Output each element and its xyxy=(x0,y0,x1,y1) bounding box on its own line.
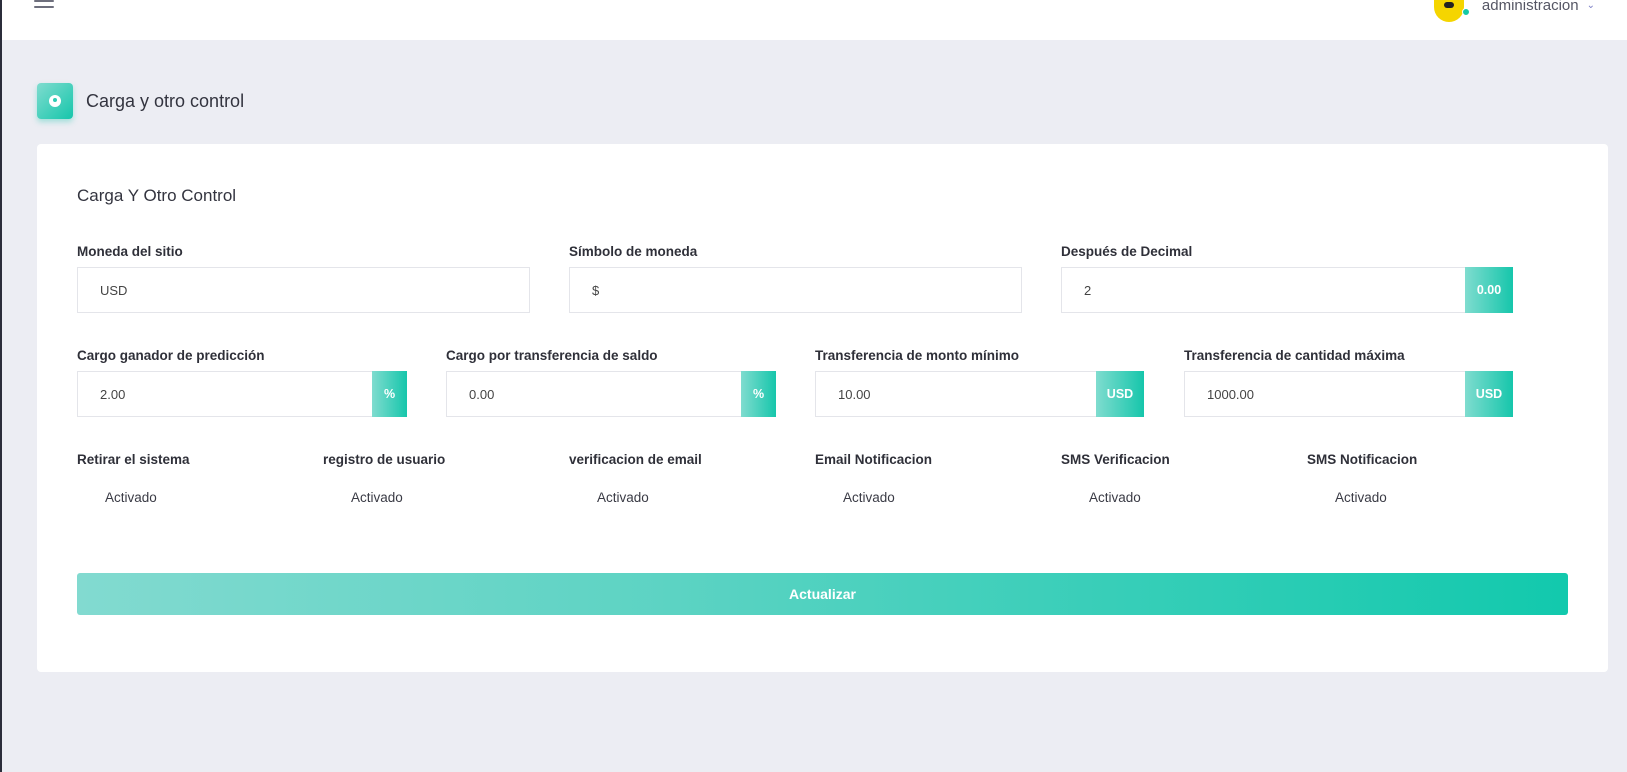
prediction-fee-field: Cargo ganador de predicción % xyxy=(77,348,407,417)
withdraw-system-toggle: Retirar el sistema Activado xyxy=(77,452,190,505)
prediction-fee-addon: % xyxy=(372,371,407,417)
currency-symbol-label: Símbolo de moneda xyxy=(569,244,698,259)
after-decimal-addon: 0.00 xyxy=(1465,267,1513,313)
min-transfer-field: Transferencia de monto mínimo USD xyxy=(815,348,1144,417)
prediction-fee-input[interactable] xyxy=(77,371,372,417)
toggle-status[interactable]: Activado xyxy=(597,490,702,505)
currency-symbol-input[interactable] xyxy=(569,267,1022,313)
toggle-label: SMS Notificacion xyxy=(1307,452,1418,467)
max-transfer-field: Transferencia de cantidad máxima USD xyxy=(1184,348,1513,417)
settings-card: Carga Y Otro Control Moneda del sitio Sí… xyxy=(37,144,1608,672)
toggle-label: SMS Verificacion xyxy=(1061,452,1170,467)
site-currency-label: Moneda del sitio xyxy=(77,244,183,259)
chevron-down-icon[interactable]: ⌄ xyxy=(1587,0,1595,11)
toggle-label: Email Notificacion xyxy=(815,452,933,467)
card-title: Carga Y Otro Control xyxy=(77,186,237,205)
after-decimal-label: Después de Decimal xyxy=(1061,244,1193,259)
site-currency-input[interactable] xyxy=(77,267,530,313)
page-header: Carga y otro control xyxy=(37,83,244,119)
currency-symbol-field: Símbolo de moneda xyxy=(569,244,1022,313)
username-label[interactable]: administracion xyxy=(1482,0,1579,14)
max-transfer-label: Transferencia de cantidad máxima xyxy=(1184,348,1405,363)
top-navbar: administracion ⌄ xyxy=(2,0,1627,40)
toggle-label: verificacion de email xyxy=(569,452,702,467)
avatar[interactable] xyxy=(1433,0,1470,22)
min-transfer-input[interactable] xyxy=(815,371,1096,417)
email-notification-toggle: Email Notificacion Activado xyxy=(815,452,932,505)
transfer-fee-field: Cargo por transferencia de saldo % xyxy=(446,348,776,417)
toggle-label: Retirar el sistema xyxy=(77,452,190,467)
prediction-fee-label: Cargo ganador de predicción xyxy=(77,348,265,363)
after-decimal-field: Después de Decimal 0.00 xyxy=(1061,244,1513,313)
max-transfer-input[interactable] xyxy=(1184,371,1465,417)
user-circle-icon xyxy=(37,83,73,119)
page-title: Carga y otro control xyxy=(86,90,245,111)
toggle-status[interactable]: Activado xyxy=(1335,490,1417,505)
sms-notification-toggle: SMS Notificacion Activado xyxy=(1307,452,1417,505)
update-button[interactable]: Actualizar xyxy=(77,573,1568,615)
toggle-status[interactable]: Activado xyxy=(1089,490,1170,505)
sms-verification-toggle: SMS Verificacion Activado xyxy=(1061,452,1170,505)
toggle-status[interactable]: Activado xyxy=(351,490,445,505)
email-verification-toggle: verificacion de email Activado xyxy=(569,452,702,505)
user-menu[interactable]: administracion ⌄ xyxy=(1433,0,1595,22)
transfer-fee-input[interactable] xyxy=(446,371,741,417)
max-transfer-addon: USD xyxy=(1465,371,1513,417)
site-currency-field: Moneda del sitio xyxy=(77,244,530,313)
toggle-status[interactable]: Activado xyxy=(843,490,932,505)
toggle-status[interactable]: Activado xyxy=(105,490,190,505)
after-decimal-input[interactable] xyxy=(1061,267,1465,313)
hamburger-menu-icon[interactable] xyxy=(34,0,54,14)
window-left-edge xyxy=(0,0,2,772)
toggle-label: registro de usuario xyxy=(323,452,446,467)
transfer-fee-label: Cargo por transferencia de saldo xyxy=(446,348,658,363)
transfer-fee-addon: % xyxy=(741,371,776,417)
min-transfer-addon: USD xyxy=(1096,371,1144,417)
user-registration-toggle: registro de usuario Activado xyxy=(323,452,445,505)
min-transfer-label: Transferencia de monto mínimo xyxy=(815,348,1020,363)
online-status-dot xyxy=(1461,8,1470,16)
